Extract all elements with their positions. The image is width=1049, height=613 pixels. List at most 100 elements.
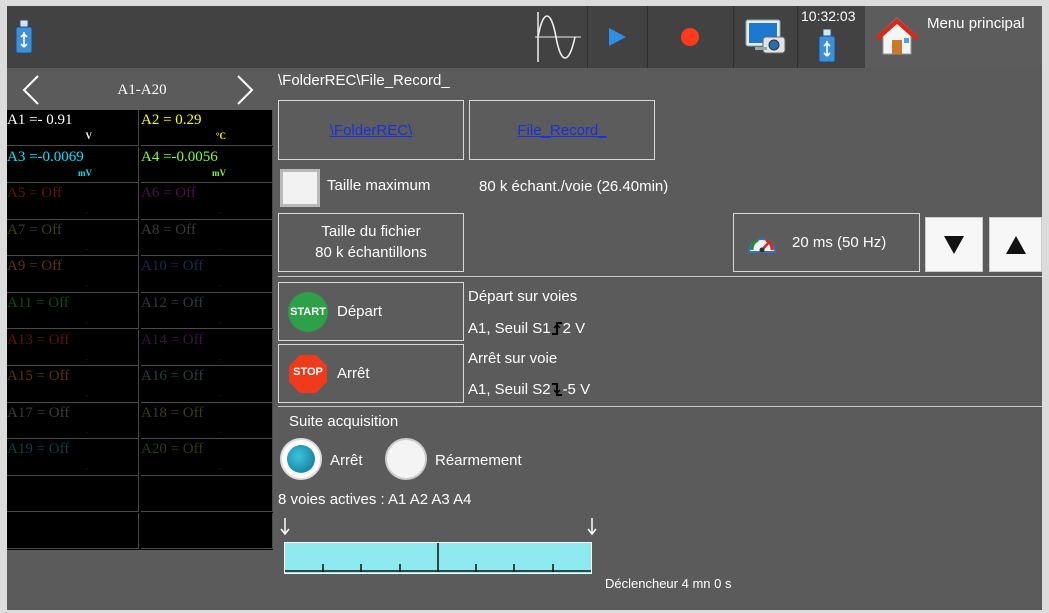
channel-cell[interactable]: A19 = Off - bbox=[7, 439, 139, 476]
channel-cell[interactable]: A12 = Off - bbox=[141, 293, 273, 330]
start-icon: START bbox=[288, 292, 328, 332]
record-icon[interactable] bbox=[648, 6, 732, 68]
channel-cell[interactable]: A16 = Off - bbox=[141, 366, 273, 403]
channel-navigator: A1-A20 bbox=[7, 68, 273, 110]
channel-unit: - bbox=[85, 207, 88, 218]
triangle-up-icon bbox=[1005, 235, 1026, 254]
channel-cell[interactable]: A5 = Off - bbox=[7, 183, 139, 220]
start-info-condition: A1, Seuil S1 2 V bbox=[468, 320, 585, 339]
stop-label: Arrêt bbox=[337, 365, 370, 382]
channel-cell[interactable]: A4 =-0.0056 mV bbox=[141, 146, 273, 183]
home-icon bbox=[875, 16, 919, 61]
channel-cell[interactable]: A10 = Off - bbox=[141, 256, 273, 293]
file-name-button[interactable]: File_Record_ bbox=[469, 100, 655, 160]
start-button[interactable]: START Départ bbox=[278, 282, 464, 341]
channel-range-label: A1-A20 bbox=[117, 82, 167, 98]
channel-value: A17 = Off bbox=[7, 404, 70, 421]
stop-threshold-value: -5 V bbox=[562, 381, 591, 398]
channel-cell[interactable]: A9 = Off - bbox=[7, 256, 139, 293]
rate-up-button[interactable] bbox=[989, 217, 1042, 272]
main-menu-button[interactable]: Menu principal bbox=[865, 6, 1042, 68]
channel-value: A3 =-0.0069 bbox=[7, 148, 84, 165]
file-name-button-label: File_Record_ bbox=[517, 121, 607, 139]
channel-value: A11 = Off bbox=[7, 295, 69, 311]
channel-unit: mV bbox=[212, 167, 226, 178]
channel-value: A1 =- 0.91 bbox=[7, 112, 73, 128]
channel-value: A12 = Off bbox=[141, 295, 204, 311]
stop-info-title: Arrêt sur voie bbox=[468, 350, 558, 367]
channel-value: A10 = Off bbox=[141, 258, 204, 275]
radio-rearm-label[interactable]: Réarmement bbox=[435, 452, 522, 469]
arrow-down-icon bbox=[280, 518, 290, 541]
file-size-line1: Taille du fichier bbox=[321, 223, 421, 240]
waveform-icon[interactable] bbox=[532, 6, 584, 68]
chevron-left-icon[interactable] bbox=[21, 74, 41, 111]
channel-cell[interactable]: A14 = Off - bbox=[141, 329, 273, 366]
stop-button[interactable]: STOP Arrêt bbox=[278, 344, 464, 403]
channel-cell[interactable]: A3 =-0.0069 mV bbox=[7, 146, 139, 183]
channel-value: A14 = Off bbox=[141, 331, 204, 348]
start-label: Départ bbox=[337, 303, 383, 320]
channel-value: A13 = Off bbox=[7, 331, 70, 348]
channel-value: A5 = Off bbox=[7, 185, 62, 202]
radio-rearm[interactable] bbox=[385, 438, 427, 480]
sample-rate-button[interactable]: 20 ms (50 Hz) bbox=[733, 213, 920, 272]
file-size-line2: 80 k échantillons bbox=[315, 244, 427, 261]
channel-value: A20 = Off bbox=[141, 441, 204, 458]
channel-cell[interactable]: A20 = Off - bbox=[141, 439, 273, 476]
channel-cell[interactable]: A18 = Off - bbox=[141, 402, 273, 440]
divider bbox=[278, 406, 1042, 407]
start-info-title: Départ sur voies bbox=[468, 288, 578, 305]
channel-cell[interactable]: A15 = Off - bbox=[7, 366, 139, 403]
channel-unit: V bbox=[85, 131, 93, 141]
channel-cell[interactable]: A2 = 0.29 °C bbox=[141, 110, 273, 147]
channel-value: A4 =-0.0056 bbox=[141, 148, 218, 165]
channel-unit: - bbox=[219, 353, 222, 364]
radio-stop[interactable] bbox=[280, 438, 322, 480]
app-window: 10:32:03 Menu principal A1-A20 A1 =- 0.9… bbox=[7, 6, 1042, 610]
channel-unit: - bbox=[85, 317, 88, 327]
channel-cell[interactable]: A1 =- 0.91 V bbox=[7, 110, 139, 147]
channel-cell[interactable]: A17 = Off - bbox=[7, 402, 139, 440]
usb-icon[interactable] bbox=[812, 24, 842, 68]
empty-cell bbox=[7, 512, 139, 549]
channel-unit: - bbox=[85, 243, 88, 254]
channel-unit: - bbox=[219, 207, 222, 218]
start-threshold-value: 2 V bbox=[562, 320, 586, 337]
channel-cell[interactable]: A7 = Off - bbox=[7, 219, 139, 257]
divider bbox=[278, 276, 1042, 277]
channel-unit: °C bbox=[215, 131, 226, 141]
channel-cell[interactable]: A11 = Off - bbox=[7, 293, 139, 330]
channel-unit: - bbox=[85, 463, 88, 474]
screenshot-icon[interactable] bbox=[734, 6, 796, 68]
channel-cell[interactable]: A8 = Off - bbox=[141, 219, 273, 257]
empty-cell bbox=[141, 476, 273, 512]
usb-icon[interactable] bbox=[9, 6, 39, 68]
channel-value: A16 = Off bbox=[141, 368, 204, 385]
max-size-checkbox[interactable] bbox=[280, 169, 320, 207]
folder-button[interactable]: \FolderREC\ bbox=[278, 100, 464, 160]
channel-value: A8 = Off bbox=[141, 221, 196, 238]
channel-value: A6 = Off bbox=[141, 185, 196, 202]
channel-unit: - bbox=[219, 426, 222, 437]
channel-unit: - bbox=[219, 390, 222, 401]
channel-unit: - bbox=[85, 426, 88, 437]
radio-stop-label[interactable]: Arrêt bbox=[330, 452, 363, 469]
chevron-right-icon[interactable] bbox=[235, 74, 255, 111]
acquisition-title: Suite acquisition bbox=[289, 413, 399, 430]
channel-cell[interactable]: A6 = Off - bbox=[141, 183, 273, 220]
active-channels: 8 voies actives : A1 A2 A3 A4 bbox=[278, 491, 472, 508]
play-icon[interactable] bbox=[588, 6, 646, 68]
rate-down-button[interactable] bbox=[925, 217, 983, 272]
rising-edge-icon bbox=[551, 321, 563, 339]
start-threshold: A1, Seuil S1 bbox=[468, 320, 551, 337]
channel-value: A15 = Off bbox=[7, 368, 70, 385]
stop-icon: STOP bbox=[288, 354, 328, 394]
acquisition-timeline[interactable] bbox=[284, 542, 592, 574]
folder-button-label: \FolderREC\ bbox=[329, 121, 413, 139]
empty-cell bbox=[7, 476, 139, 512]
channel-cell[interactable]: A13 = Off - bbox=[7, 329, 139, 366]
file-size-button[interactable]: Taille du fichier 80 k échantillons bbox=[278, 213, 464, 272]
max-size-label: Taille maximum bbox=[327, 177, 431, 194]
channel-value: A2 = 0.29 bbox=[141, 112, 202, 128]
